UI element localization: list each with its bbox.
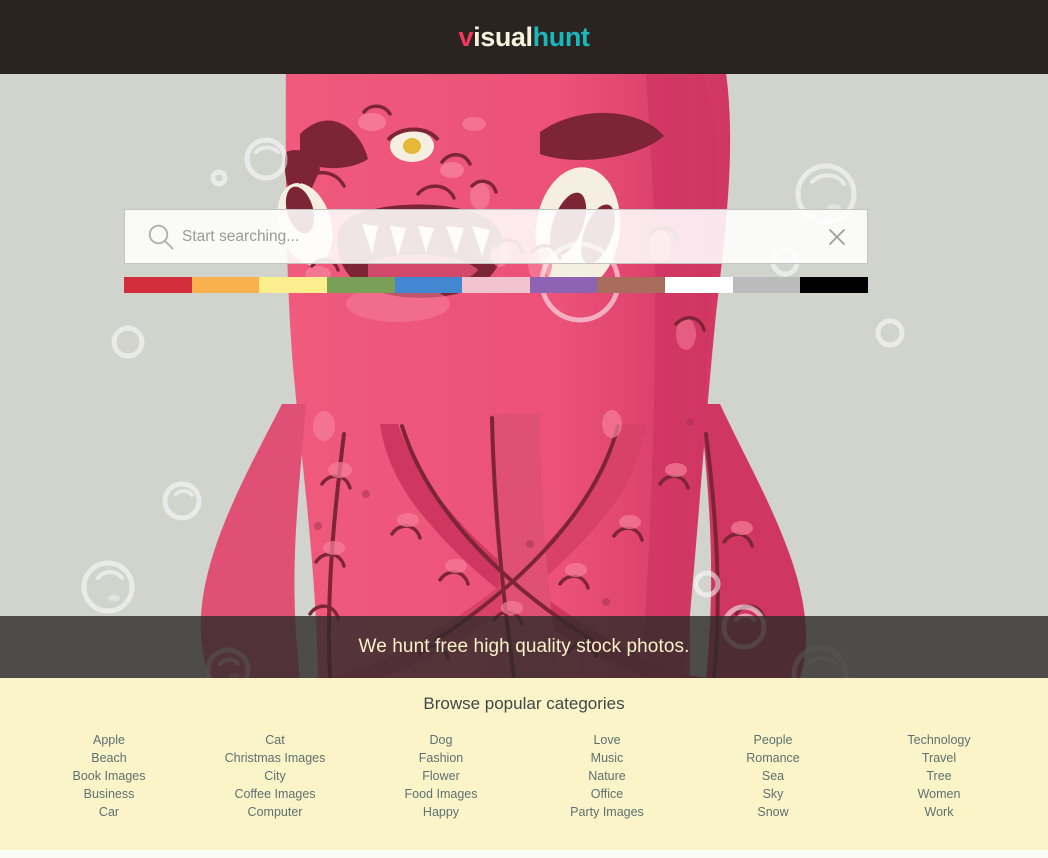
category-column-3: Dog Fashion Flower Food Images Happy bbox=[358, 731, 524, 821]
color-swatch-pink[interactable] bbox=[462, 277, 530, 293]
color-swatch-red[interactable] bbox=[124, 277, 192, 293]
category-column-2: Cat Christmas Images City Coffee Images … bbox=[192, 731, 358, 821]
color-swatch-brown[interactable] bbox=[597, 277, 666, 293]
site-logo[interactable]: visualhunt bbox=[458, 21, 590, 52]
category-link[interactable]: Sea bbox=[762, 767, 784, 785]
search-input[interactable] bbox=[125, 210, 867, 263]
category-column-5: People Romance Sea Sky Snow bbox=[690, 731, 856, 821]
monster-illustration bbox=[0, 74, 1048, 678]
close-icon[interactable] bbox=[827, 227, 847, 247]
category-link[interactable]: Tree bbox=[926, 767, 951, 785]
category-link[interactable]: People bbox=[754, 731, 793, 749]
category-link[interactable]: Travel bbox=[922, 749, 956, 767]
search-icon bbox=[148, 224, 174, 249]
categories-grid: Apple Beach Book Images Business Car Cat… bbox=[0, 731, 1048, 821]
category-link[interactable]: Technology bbox=[907, 731, 970, 749]
category-link[interactable]: Christmas Images bbox=[225, 749, 326, 767]
color-swatch-white[interactable] bbox=[665, 277, 733, 293]
category-link[interactable]: Cat bbox=[265, 731, 284, 749]
category-link[interactable]: Apple bbox=[93, 731, 125, 749]
category-link[interactable]: Work bbox=[925, 803, 954, 821]
category-link[interactable]: Snow bbox=[757, 803, 788, 821]
category-link[interactable]: Romance bbox=[746, 749, 800, 767]
category-link[interactable]: Women bbox=[918, 785, 961, 803]
category-link[interactable]: Sky bbox=[763, 785, 784, 803]
category-link[interactable]: City bbox=[264, 767, 286, 785]
color-swatch-orange[interactable] bbox=[191, 277, 260, 293]
category-link[interactable]: Love bbox=[593, 731, 620, 749]
category-link[interactable]: Flower bbox=[422, 767, 460, 785]
logo-part-hunt: hunt bbox=[532, 21, 590, 52]
category-link[interactable]: Dog bbox=[430, 731, 453, 749]
logo-part-isual: isual bbox=[473, 21, 533, 52]
tagline-text: We hunt free high quality stock photos. bbox=[358, 636, 690, 657]
category-link[interactable]: Book Images bbox=[73, 767, 146, 785]
category-link[interactable]: Nature bbox=[588, 767, 626, 785]
tagline-band: We hunt free high quality stock photos. bbox=[0, 616, 1048, 678]
color-swatch-gray[interactable] bbox=[732, 277, 801, 293]
logo-part-v: v bbox=[458, 21, 474, 52]
category-column-6: Technology Travel Tree Women Work bbox=[856, 731, 1022, 821]
category-link[interactable]: Fashion bbox=[419, 749, 463, 767]
category-link[interactable]: Coffee Images bbox=[234, 785, 315, 803]
categories-section: Browse popular categories Apple Beach Bo… bbox=[0, 678, 1048, 850]
category-link[interactable]: Party Images bbox=[570, 803, 644, 821]
category-column-4: Love Music Nature Office Party Images bbox=[524, 731, 690, 821]
category-link[interactable]: Food Images bbox=[405, 785, 478, 803]
color-swatch-black[interactable] bbox=[800, 277, 869, 293]
search-box[interactable] bbox=[124, 209, 868, 264]
color-swatch-yellow[interactable] bbox=[259, 277, 327, 293]
color-swatch-green[interactable] bbox=[326, 277, 395, 293]
category-link[interactable]: Music bbox=[591, 749, 624, 767]
category-column-1: Apple Beach Book Images Business Car bbox=[26, 731, 192, 821]
category-link[interactable]: Car bbox=[99, 803, 119, 821]
site-header: visualhunt bbox=[0, 0, 1048, 74]
search-area bbox=[124, 209, 869, 293]
category-link[interactable]: Business bbox=[84, 785, 135, 803]
footer-strip bbox=[0, 850, 1048, 858]
hero-section: We hunt free high quality stock photos. bbox=[0, 74, 1048, 678]
category-link[interactable]: Happy bbox=[423, 803, 459, 821]
color-swatch-blue[interactable] bbox=[394, 277, 463, 293]
color-swatch-purple[interactable] bbox=[529, 277, 598, 293]
color-filter-strip bbox=[124, 277, 869, 293]
category-link[interactable]: Beach bbox=[91, 749, 126, 767]
categories-heading: Browse popular categories bbox=[423, 694, 625, 713]
category-link[interactable]: Computer bbox=[248, 803, 303, 821]
category-link[interactable]: Office bbox=[591, 785, 623, 803]
